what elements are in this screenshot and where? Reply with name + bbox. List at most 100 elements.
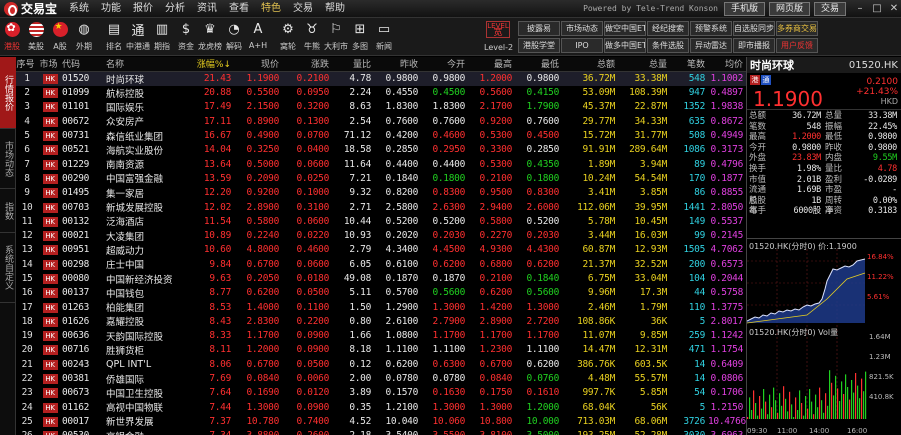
table-row[interactable]: 4 HK 00672 众安房产 17.11 0.8900 0.1300 2.54 0.7600 0… (16, 114, 746, 129)
toolbar-ranking[interactable]: ▤ 排名 (102, 18, 126, 56)
stat-row: 换手 1.98% 量比 4.78 (749, 164, 899, 175)
menu-function[interactable]: 功能 (95, 0, 127, 18)
table-row[interactable]: 12 HK 00021 大凌集团 10.89 0.2240 0.0220 10.93 0.202… (16, 228, 746, 243)
grid-button-hk-school[interactable]: 港股学堂 (518, 38, 560, 53)
table-row[interactable]: 16 HK 00137 中国钱包 8.77 0.6200 0.0500 5.11 0.5700 0… (16, 286, 746, 300)
table-row[interactable]: 25 HK 00017 新世界发展 7.37 10.780 0.7400 4.52 10.040… (16, 414, 746, 429)
table-row[interactable]: 6 HK 00521 海航实业股份 14.04 0.3250 0.0400 18.58 0.28… (16, 143, 746, 157)
web-version-button[interactable]: 网页版 (768, 1, 810, 16)
menu-help[interactable]: 帮助 (319, 0, 351, 18)
grid-button-short-china-etf[interactable]: 做空中国ETF (604, 21, 646, 36)
table-row[interactable]: 24 HK 01162 高视中国物联 7.44 1.3000 0.0900 0.35 1.210… (16, 400, 746, 415)
grid-button-multi-broker[interactable]: 多券商交易 (776, 21, 818, 36)
column-header[interactable]: 最低 (515, 57, 562, 72)
tab-index[interactable]: 指数 (0, 189, 16, 233)
grid-button-long-china-etf[interactable]: 做多中国ETF (604, 38, 646, 53)
menu-system[interactable]: 系统 (63, 0, 95, 18)
column-header[interactable]: 笔数 (670, 57, 708, 72)
cell-vr: 2.54 (349, 115, 371, 127)
menu-feature[interactable]: 特色 (255, 0, 287, 18)
cell-high: 0.2100 (479, 172, 512, 184)
column-header[interactable]: 涨跌 (282, 57, 332, 72)
table-row[interactable]: 13 HK 00951 超威动力 10.60 4.8000 0.4600 2.79 4.3400… (16, 243, 746, 257)
maximize-icon[interactable]: □ (870, 2, 884, 16)
menu-trade[interactable]: 交易 (287, 0, 319, 18)
column-header[interactable]: 涨幅%↓ (190, 57, 234, 72)
toolbar-index-futures[interactable]: ▥ 期指 (150, 18, 174, 56)
cell-chg: 0.0950 (296, 87, 329, 99)
toolbar-multi-chart[interactable]: ⊞ 多图 (348, 18, 372, 56)
table-row[interactable]: 26HK00530高银金融7.343.88000.26002.183.54003… (16, 429, 746, 435)
table-row[interactable]: 14 HK 00298 庄士中国 9.84 0.6700 0.0600 6.05 0.6100 0… (16, 257, 746, 272)
menu-news[interactable]: 资讯 (191, 0, 223, 18)
table-row[interactable]: 5 HK 00731 森信纸业集团 16.67 0.4900 0.0700 71.12 0.42… (16, 128, 746, 143)
column-header[interactable]: 均价 (708, 57, 746, 72)
column-header[interactable]: 量比 (332, 57, 374, 72)
table-row[interactable]: 1 HK 01520 时尚环球 21.43 1.1900 0.2100 4.78 0.9800 0… (16, 71, 746, 86)
toolbar-connect[interactable]: 通 中港通 (126, 18, 150, 56)
table-row[interactable]: 8 HK 00290 中国富强金融 13.59 0.2090 0.0250 7.21 0.184… (16, 171, 746, 186)
table-row[interactable]: 17 HK 01263 柏能集团 8.53 1.4000 0.1100 1.50 1.2900 1… (16, 300, 746, 315)
table-row[interactable]: 15 HK 00080 中国新经济投资 9.63 0.2050 0.0180 49.08 0.1… (16, 271, 746, 286)
grid-button-watchlist-sync[interactable]: 自选股同步 (733, 21, 775, 36)
toolbar-news[interactable]: ▭ 新闻 (372, 18, 396, 56)
table-row[interactable]: 21 HK 00243 QPL INT'L 8.06 0.6700 0.0500 0.12 0.… (16, 357, 746, 371)
table-row[interactable]: 22 HK 00381 侨雄国际 7.69 0.0840 0.0060 2.00 0.0780 0… (16, 371, 746, 386)
column-header[interactable]: 总额 (562, 57, 618, 72)
cell-avg: 0.2145 (710, 230, 743, 242)
column-header[interactable]: 名称 (106, 57, 190, 72)
column-header[interactable]: 最高 (468, 57, 515, 72)
column-header[interactable]: 总量 (618, 57, 670, 72)
toolbar-hk-stocks[interactable]: 港股 (0, 18, 24, 56)
column-header[interactable]: 市场 (38, 57, 62, 72)
mobile-version-button[interactable]: 手机版 (723, 1, 765, 16)
toolbar-a-shares[interactable]: A股 (48, 18, 72, 56)
toolbar-bull-bear[interactable]: ♉ 牛熊 (300, 18, 324, 56)
table-row[interactable]: 9 HK 01495 集一家居 12.20 0.9200 0.1000 9.32 0.8200 0… (16, 186, 746, 200)
menu-view[interactable]: 查看 (223, 0, 255, 18)
cell-name: 大凌集团 (106, 231, 145, 243)
tab-custom[interactable]: 系统自定义 (0, 233, 16, 303)
grid-button-conditional-picker[interactable]: 条件选股 (647, 38, 689, 53)
grid-button-live-broadcast[interactable]: 即市播报 (733, 38, 775, 53)
column-header[interactable]: 昨收 (374, 57, 421, 72)
toolbar-fortune[interactable]: ⚐ 大利市 (324, 18, 348, 56)
toolbar-a-plus-h[interactable]: A A+H (246, 18, 270, 56)
column-header[interactable]: 现价 (234, 57, 282, 72)
grid-button-disclosure[interactable]: 披露易 (518, 21, 560, 36)
grid-button-broker-search[interactable]: 经纪搜索 (647, 21, 689, 36)
tab-quotes[interactable]: 行情报价 (0, 57, 16, 129)
level2-badge[interactable]: LEVEL 宽 (486, 21, 510, 38)
column-header[interactable]: 今开 (421, 57, 468, 72)
intraday-chart[interactable]: 01520.HK(分时0) 价:1.1900 16.84% 11.22% 5.61%… (746, 238, 901, 435)
toolbar-dragon-tiger[interactable]: ♛ 龙虎榜 (198, 18, 222, 56)
grid-button-alert-system[interactable]: 预警系统 (690, 21, 732, 36)
table-row[interactable]: 20 HK 00716 胜狮货柜 8.11 1.2000 0.0900 8.18 1.1100 1… (16, 343, 746, 357)
toolbar-decode[interactable]: ◔ 解码 (222, 18, 246, 56)
grid-button-market-dynamics[interactable]: 市场动态 (561, 21, 603, 36)
grid-button-anomaly-radar[interactable]: 异动雷达 (690, 38, 732, 53)
menu-quote[interactable]: 报价 (127, 0, 159, 18)
table-row[interactable]: 2 HK 01099 航标控股 20.88 0.5500 0.0950 2.24 0.4550 0… (16, 86, 746, 100)
table-row[interactable]: 18 HK 01626 嘉耀控股 8.43 2.8300 0.2200 0.80 2.6100 2… (16, 314, 746, 329)
trade-button[interactable]: 交易 (813, 1, 846, 16)
grid-button-user-feedback[interactable]: 用户反馈 (776, 38, 818, 53)
toolbar-warrant[interactable]: ⚙ 窝轮 (276, 18, 300, 56)
minimize-icon[interactable]: – (853, 2, 867, 16)
grid-button-ipo[interactable]: IPO (561, 38, 603, 53)
close-icon[interactable]: ✕ (887, 2, 901, 16)
toolbar-capital[interactable]: $ 资金 (174, 18, 198, 56)
menu-analysis[interactable]: 分析 (159, 0, 191, 18)
column-header[interactable]: 序号 (16, 57, 38, 72)
table-row[interactable]: 7 HK 01229 南南资源 13.64 0.5000 0.0600 11.64 0.4400… (16, 157, 746, 172)
table-row[interactable]: 23 HK 00673 中国卫生控股 7.64 0.1690 0.0120 3.89 0.157… (16, 386, 746, 400)
table-row[interactable]: 11 HK 00132 泛海酒店 11.54 0.5800 0.0600 10.44 0.520… (16, 214, 746, 229)
toolbar-us-stocks[interactable]: 美股 (24, 18, 48, 56)
table-row[interactable]: 19 HK 00636 天韵国际控股 8.33 1.1700 0.0900 1.66 1.080… (16, 329, 746, 343)
table-row[interactable]: 10 HK 00703 新城发展控股 12.02 2.8900 0.3100 2.71 2.58… (16, 200, 746, 215)
cell-pct: 8.33 (209, 330, 231, 342)
table-row[interactable]: 3 HK 01101 国际娱乐 17.49 2.1500 0.3200 8.63 1.8300 1… (16, 100, 746, 114)
toolbar-foreign-futures[interactable]: ◍ 外期 (72, 18, 96, 56)
column-header[interactable]: 代码 (62, 57, 106, 72)
tab-market-dynamics[interactable]: 市场动态 (0, 129, 16, 189)
